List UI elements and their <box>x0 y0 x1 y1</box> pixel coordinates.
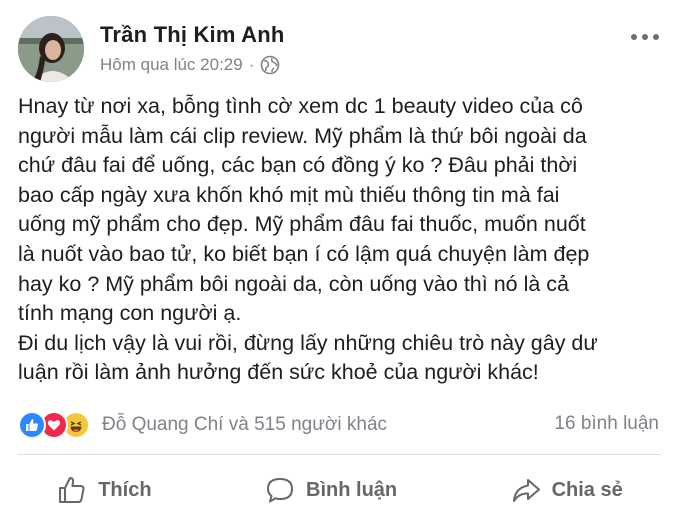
like-button[interactable]: Thích <box>56 474 152 506</box>
post-meta: Hôm qua lúc 20:29 · <box>100 55 280 75</box>
divider <box>18 454 661 455</box>
post-text-line: luận rồi làm ảnh hưởng đến sức khoẻ của … <box>18 360 539 385</box>
post-text-line: uống mỹ phẩm cho đẹp. Mỹ phẩm đâu fai th… <box>18 212 586 237</box>
comment-label: Bình luận <box>306 478 398 501</box>
post-text-line: chứ đâu fai để uống, các bạn có đồng ý k… <box>18 153 578 178</box>
reaction-icons <box>18 411 90 439</box>
avatar[interactable] <box>18 16 84 82</box>
comment-count[interactable]: 16 bình luận <box>554 413 659 435</box>
avatar-photo <box>18 16 84 82</box>
share-label: Chia sẻ <box>551 478 623 501</box>
post-text-line: Đi du lịch vậy là vui rồi, đừng lấy nhữn… <box>18 330 598 355</box>
comment-button[interactable]: Bình luận <box>264 474 397 506</box>
post-text-line: là nuốt vào bao tử, ko biết bạn í có lậm… <box>18 241 590 266</box>
post-text: Hnay từ nơi xa, bỗng tình cờ xem dc 1 be… <box>18 92 668 388</box>
post-text-line: bao cấp ngày xưa khốn khó mịt mù thiếu t… <box>18 182 560 207</box>
reaction-summary[interactable]: Đỗ Quang Chí và 515 người khác <box>18 410 387 440</box>
more-horizontal-icon[interactable] <box>631 34 659 40</box>
like-reaction-icon <box>18 411 46 439</box>
post-text-line: tính mạng con người ạ. <box>18 301 242 326</box>
reaction-names[interactable]: Đỗ Quang Chí và 515 người khác <box>102 414 387 436</box>
author-name[interactable]: Trần Thị Kim Anh <box>100 22 285 48</box>
post-timestamp[interactable]: Hôm qua lúc 20:29 <box>100 55 243 75</box>
meta-separator: · <box>248 55 255 74</box>
globe-icon[interactable] <box>260 55 280 75</box>
comment-icon <box>267 478 294 503</box>
like-label: Thích <box>98 478 152 501</box>
post-text-line: người mẫu làm cái clip review. Mỹ phẩm l… <box>18 123 587 148</box>
post-text-line: hay ko ? Mỹ phẩm bôi ngoài da, còn uống … <box>18 271 570 296</box>
facebook-post: Trần Thị Kim Anh Hôm qua lúc 20:29 · Hna… <box>0 0 679 525</box>
post-actions: Thích Bình luận Chia sẻ <box>0 468 679 512</box>
share-icon <box>512 479 540 502</box>
thumbs-up-icon <box>59 477 85 503</box>
share-button[interactable]: Chia sẻ <box>510 474 623 506</box>
post-text-line: Hnay từ nơi xa, bỗng tình cờ xem dc 1 be… <box>18 94 583 118</box>
